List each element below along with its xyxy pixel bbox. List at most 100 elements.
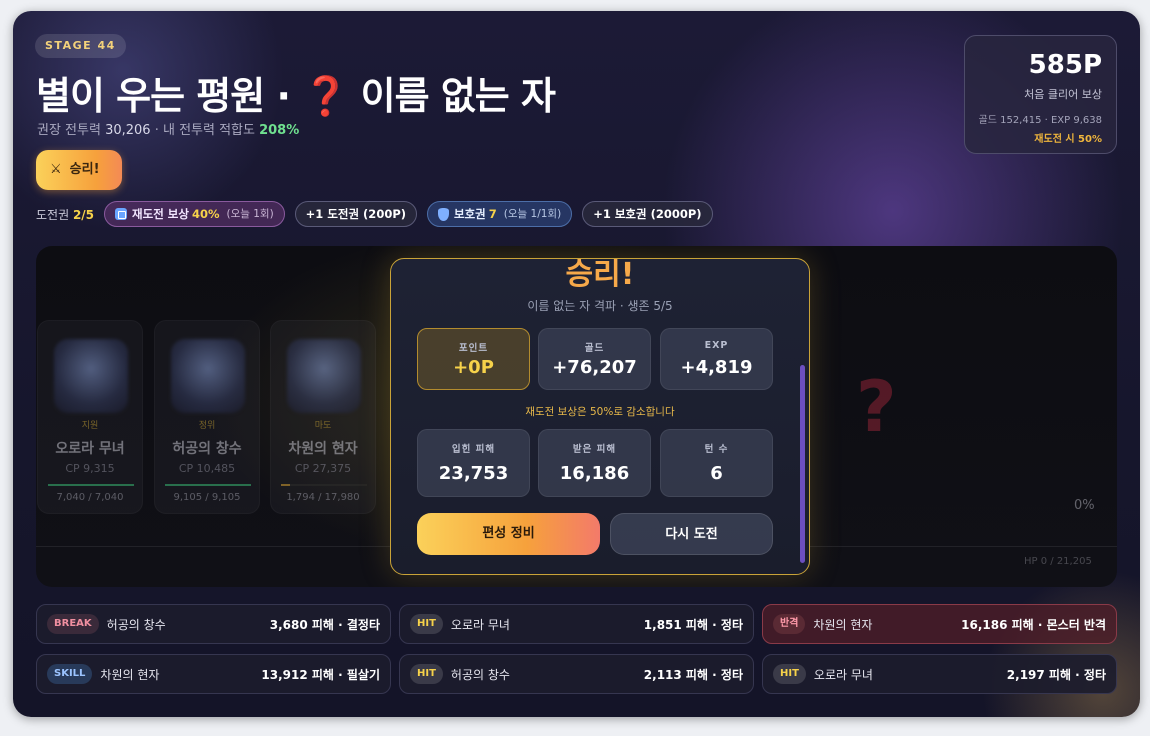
victory-button[interactable]: ⚔ 승리! (36, 150, 122, 190)
log-actor: 허공의 창수 (106, 617, 166, 632)
stat-label: 입힌 피해 (451, 444, 496, 455)
log-actor: 차원의 현자 (100, 667, 160, 682)
log-actor: 오로라 무녀 (450, 617, 510, 632)
unit-portrait (54, 339, 128, 413)
retry-reduction-note: 재도전 보상은 50%로 감소합니다 (525, 406, 675, 418)
unit-name: 차원의 현자 (288, 441, 358, 457)
result-modal: 승리! 이름 없는 자 격파 · 생존 5/5 포인트 +0P 골드 +76,2… (390, 258, 810, 575)
log-damage: 16,186 피해 · 몬스터 반격 (961, 617, 1106, 632)
stage-badge: STAGE 44 (35, 34, 126, 58)
log-damage: 3,680 피해 · 결정타 (269, 617, 380, 632)
log-actor: 오로라 무녀 (813, 667, 873, 682)
stat-damage-dealt: 입힌 피해 23,753 (417, 429, 530, 497)
retry-button[interactable]: 다시 도전 (610, 513, 773, 555)
reward-retry-note: 재도전 시 50% (1034, 134, 1102, 145)
log-actor: 허공의 창수 (450, 667, 510, 682)
log-damage: 2,113 피해 · 정타 (643, 667, 743, 682)
unit-card[interactable]: 지원 오로라 무녀 CP 9,315 7,040 / 7,040 (37, 320, 143, 514)
question-mark-icon: ❓ (302, 74, 349, 118)
unit-hp-fill (165, 484, 251, 486)
boss-silhouette-icon: ? (856, 366, 897, 448)
battle-log-entry: BREAK 허공의 창수 3,680 피해 · 결정타 (36, 604, 391, 644)
stat-exp: EXP +4,819 (660, 328, 773, 390)
log-tag: HIT (773, 664, 806, 684)
stat-damage-taken: 받은 피해 16,186 (538, 429, 651, 497)
retry-sub: (오늘 1회) (226, 208, 274, 220)
battle-log-entry: HIT 오로라 무녀 2,197 피해 · 정타 (762, 654, 1117, 694)
stat-value: 16,186 (559, 463, 630, 484)
unit-role: 마도 (314, 421, 332, 431)
stat-points: 포인트 +0P (417, 328, 530, 390)
shield-icon (438, 207, 450, 221)
unit-hp-bar (165, 484, 251, 486)
unit-name: 오로라 무녀 (55, 441, 125, 457)
fit-label: · 내 전투력 적합도 (150, 123, 260, 138)
unit-hp-bar (48, 484, 134, 486)
stat-value: 23,753 (438, 463, 509, 484)
battle-arena: 지원 오로라 무녀 CP 9,315 7,040 / 7,040 정위 허공의 … (36, 246, 1117, 587)
crossed-swords-icon: ⚔ (50, 162, 62, 177)
resource-chips: 도전권 2/5 재도전 보상 40% (오늘 1회) +1 도전권 (200P) 보… (36, 201, 723, 227)
unit-card[interactable]: 정위 허공의 창수 CP 10,485 9,105 / 9,105 (154, 320, 260, 514)
retry-reward-chip: 재도전 보상 40% (오늘 1회) (104, 201, 285, 227)
unit-cp: CP 9,315 (65, 462, 115, 475)
unit-hp: 9,105 / 9,105 (173, 492, 241, 503)
unit-role: 지원 (81, 421, 99, 431)
ticket-label: 도전권 (36, 207, 73, 222)
title-main: 별이 우는 평원 · (36, 74, 303, 118)
stat-value: +76,207 (552, 357, 637, 378)
battle-log-entry: HIT 허공의 창수 2,113 피해 · 정타 (399, 654, 754, 694)
title-boss: 이름 없는 자 (348, 74, 556, 118)
log-tag: SKILL (47, 664, 93, 684)
shield-chip: 보호권 7 (오늘 1/1회) (427, 201, 573, 227)
power-value: 30,206 (105, 123, 151, 138)
unit-role: 정위 (198, 421, 216, 431)
unit-name: 허공의 창수 (172, 441, 242, 457)
fit-percent: 208% (259, 123, 300, 138)
reward-points: 585P (1028, 50, 1102, 80)
retry-label: 재도전 보상 (132, 207, 189, 221)
log-damage: 2,197 피해 · 정타 (1006, 667, 1106, 682)
stat-label: 골드 (584, 343, 605, 354)
buy-ticket-button[interactable]: +1 도전권 (200P) (294, 201, 418, 227)
game-panel: STAGE 44 별이 우는 평원 · ❓ 이름 없는 자 권장 전투력 30,… (13, 11, 1140, 717)
stat-turns: 턴 수 6 (660, 429, 773, 497)
ticket-value: 2/5 (72, 207, 95, 222)
log-damage: 13,912 피해 · 필살기 (261, 667, 380, 682)
unit-card[interactable]: 마도 차원의 현자 CP 27,375 1,794 / 17,980 (270, 320, 376, 514)
unit-cp: CP 27,375 (294, 462, 352, 475)
first-clear-reward: 585P 처음 클리어 보상 골드 152,415 · EXP 9,638 재도… (964, 35, 1117, 154)
unit-hp-bar (281, 484, 367, 486)
unit-hp-fill (48, 484, 134, 486)
result-title: 승리! (565, 258, 635, 292)
unit-portrait (171, 339, 245, 413)
retry-value: 40% (191, 207, 220, 221)
boss-hp: HP 0 / 21,205 (1024, 556, 1092, 567)
buy-shield-button[interactable]: +1 보호권 (2000P) (582, 201, 713, 227)
stat-label: 받은 피해 (572, 444, 617, 455)
reward-label: 처음 클리어 보상 (1024, 88, 1102, 101)
edit-party-button[interactable]: 편성 정비 (417, 513, 600, 555)
unit-hp-fill (281, 484, 290, 486)
modal-scrollbar[interactable] (800, 365, 805, 563)
unit-portrait (287, 339, 361, 413)
stat-gold: 골드 +76,207 (538, 328, 651, 390)
unit-hp: 1,794 / 17,980 (286, 492, 360, 503)
unit-hp: 7,040 / 7,040 (56, 492, 124, 503)
ticket-count: 도전권 2/5 (36, 206, 94, 223)
victory-label: 승리! (69, 162, 100, 177)
shield-value: 7 (488, 207, 497, 221)
stat-label: 턴 수 (704, 444, 729, 455)
stat-label: 포인트 (458, 343, 489, 354)
log-tag: BREAK (47, 614, 99, 634)
log-tag: 반격 (773, 614, 806, 634)
result-subtitle: 이름 없는 자 격파 · 생존 5/5 (527, 299, 673, 313)
shield-sub: (오늘 1/1회) (503, 208, 562, 220)
battle-log-entry: SKILL 차원의 현자 13,912 피해 · 필살기 (36, 654, 391, 694)
log-tag: HIT (410, 614, 443, 634)
log-tag: HIT (410, 664, 443, 684)
battle-log-entry: 반격 차원의 현자 16,186 피해 · 몬스터 반격 (762, 604, 1117, 644)
stat-value: +0P (453, 357, 494, 378)
recommended-power: 권장 전투력 30,206 · 내 전투력 적합도 208% (37, 119, 299, 138)
stat-value: 6 (710, 463, 723, 484)
